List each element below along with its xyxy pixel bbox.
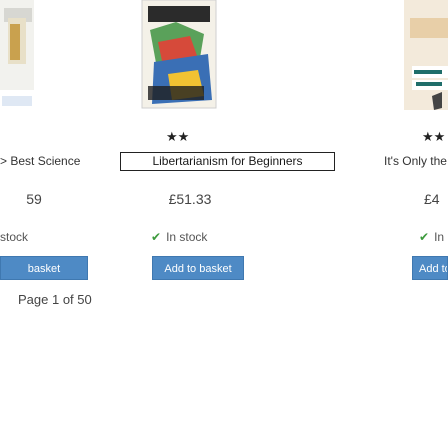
- book-cover-2[interactable]: [128, 0, 224, 120]
- stock-label: stock: [0, 230, 29, 244]
- product-price: 59: [26, 191, 42, 207]
- add-to-basket-button[interactable]: basket: [0, 256, 88, 280]
- add-to-basket-button[interactable]: Add to basket: [152, 256, 244, 280]
- book-cover-1[interactable]: [0, 0, 34, 118]
- product-price: £51.33: [168, 191, 212, 207]
- product-title-link[interactable]: Libertarianism for Beginners: [120, 152, 335, 171]
- stock-label: In: [434, 230, 445, 244]
- product-title-link[interactable]: > Best Science: [0, 154, 92, 168]
- page-indicator: Page 1 of 50: [18, 292, 92, 307]
- stock-label: In stock: [166, 230, 208, 244]
- stock-status: ✔ In: [419, 230, 444, 244]
- product-title-link[interactable]: It's Only the: [384, 154, 448, 168]
- stock-status: stock: [0, 230, 28, 244]
- rating-stars: ★★: [166, 129, 190, 144]
- product-price: £4: [424, 191, 440, 207]
- check-icon: ✔: [151, 230, 162, 244]
- book-cover-3[interactable]: [382, 0, 448, 118]
- rating-stars: ★★: [422, 129, 446, 144]
- check-icon: ✔: [419, 230, 430, 244]
- add-to-basket-button[interactable]: Add to: [412, 256, 448, 280]
- stock-status: ✔ In stock: [151, 230, 207, 244]
